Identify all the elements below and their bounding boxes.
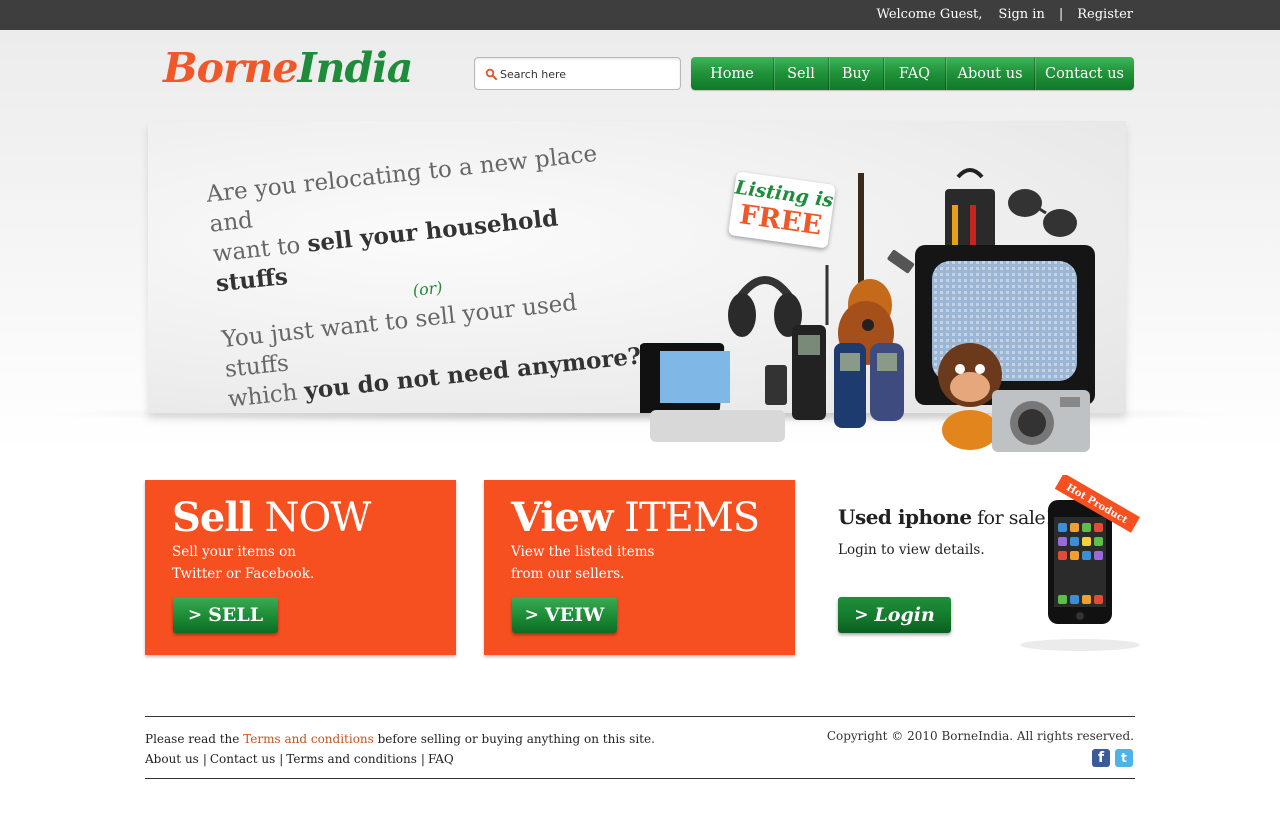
chevron-right-icon: > <box>524 605 539 625</box>
sell-title-rest: NOW <box>252 495 371 541</box>
guitar-icon <box>838 173 894 365</box>
footer-pipe: | <box>202 752 207 766</box>
promo-title-bold: Used iphone <box>838 505 972 529</box>
view-button-label: VEIW <box>544 604 605 626</box>
handbag-icon <box>945 168 995 249</box>
login-button-label: Login <box>874 604 935 626</box>
footer-terms-link[interactable]: Terms and conditions <box>243 732 374 746</box>
sell-button-label: SELL <box>208 604 264 626</box>
register-link[interactable]: Register <box>1077 7 1133 22</box>
welcome-text: Welcome Guest, <box>876 7 983 22</box>
view-items-description: View the listed items from our sellers. <box>511 541 654 585</box>
hero-line-4-plain: which <box>226 378 306 413</box>
chevron-right-icon: > <box>854 605 869 625</box>
footer-notice-before: Please read the <box>145 732 244 746</box>
nav-item-buy[interactable]: Buy <box>829 57 884 90</box>
usb-drive-icon <box>887 249 915 274</box>
sell-desc-line-2: Twitter or Facebook. <box>172 566 315 582</box>
sell-now-description: Sell your items on Twitter or Facebook. <box>172 541 314 585</box>
view-title-rest: ITEMS <box>612 495 760 541</box>
view-button[interactable]: > VEIW <box>512 597 617 633</box>
nav-item-sell[interactable]: Sell <box>774 57 829 90</box>
footer-top-divider <box>145 716 1135 717</box>
promo-description: Login to view details. <box>838 542 985 558</box>
footer-link-contact[interactable]: Contact us <box>210 752 275 766</box>
sell-title-bold: Sell <box>172 494 254 541</box>
footer-link-about[interactable]: About us <box>145 752 199 766</box>
account-links: Welcome Guest, Sign in | Register <box>877 7 1133 22</box>
sell-button[interactable]: > SELL <box>173 597 278 633</box>
footer-links: About us | Contact us | Terms and conditions… <box>145 749 655 769</box>
nav-item-about[interactable]: About us <box>946 57 1035 90</box>
footer-link-faq[interactable]: FAQ <box>428 752 454 766</box>
footer-left: Please read the Terms and conditions bef… <box>145 729 655 769</box>
search-input[interactable] <box>500 65 670 83</box>
sell-now-title: Sell NOW <box>172 494 371 541</box>
headphones-icon <box>728 276 802 337</box>
view-items-title: View ITEMS <box>511 494 760 541</box>
sunglasses-icon <box>1008 189 1077 237</box>
site-logo[interactable]: BorneIndia <box>163 44 414 92</box>
twitter-icon[interactable]: t <box>1115 749 1133 767</box>
logo-part-borne: Borne <box>163 44 298 92</box>
chevron-right-icon: > <box>187 605 203 625</box>
footer-pipe: | <box>420 752 425 766</box>
products-collage-image <box>640 168 1095 452</box>
nav-item-contact[interactable]: Contact us <box>1035 57 1134 90</box>
main-nav: Home Sell Buy FAQ About us Contact us <box>691 57 1134 90</box>
view-desc-line-1: View the listed items <box>511 544 655 560</box>
footer-bottom-divider <box>145 778 1135 779</box>
nav-item-home[interactable]: Home <box>691 57 774 90</box>
search-box <box>474 57 681 90</box>
footer-pipe: | <box>279 752 284 766</box>
sell-desc-line-1: Sell your items on <box>172 544 296 560</box>
hero-line-2-plain: want to <box>211 231 309 268</box>
separator: | <box>1058 7 1064 22</box>
signin-link[interactable]: Sign in <box>998 7 1044 22</box>
search-icon <box>485 68 497 80</box>
nav-item-faq[interactable]: FAQ <box>884 57 946 90</box>
portable-dvd-player-icon <box>640 343 787 442</box>
copyright-text: Copyright © 2010 BorneIndia. All rights … <box>826 729 1134 743</box>
login-button[interactable]: > Login <box>838 597 951 633</box>
top-bar: Welcome Guest, Sign in | Register <box>0 0 1280 30</box>
camera-icon <box>992 390 1090 452</box>
facebook-icon[interactable]: f <box>1092 749 1110 767</box>
footer-notice: Please read the Terms and conditions bef… <box>145 729 655 749</box>
footer-link-terms[interactable]: Terms and conditions <box>286 752 417 766</box>
logo-part-india: India <box>297 44 414 92</box>
hero-headline: Are you relocating to a new place and wa… <box>205 136 647 415</box>
view-title-bold: View <box>511 494 613 541</box>
iphone-image: Hot Product <box>1020 475 1140 651</box>
sell-now-box: Sell NOW Sell your items on Twitter or F… <box>145 480 456 655</box>
view-desc-line-2: from our sellers. <box>511 566 625 582</box>
view-items-box: View ITEMS View the listed items from ou… <box>484 480 795 655</box>
social-links: f t <box>1092 749 1133 767</box>
footer-notice-after: before selling or buying anything on thi… <box>373 732 655 746</box>
